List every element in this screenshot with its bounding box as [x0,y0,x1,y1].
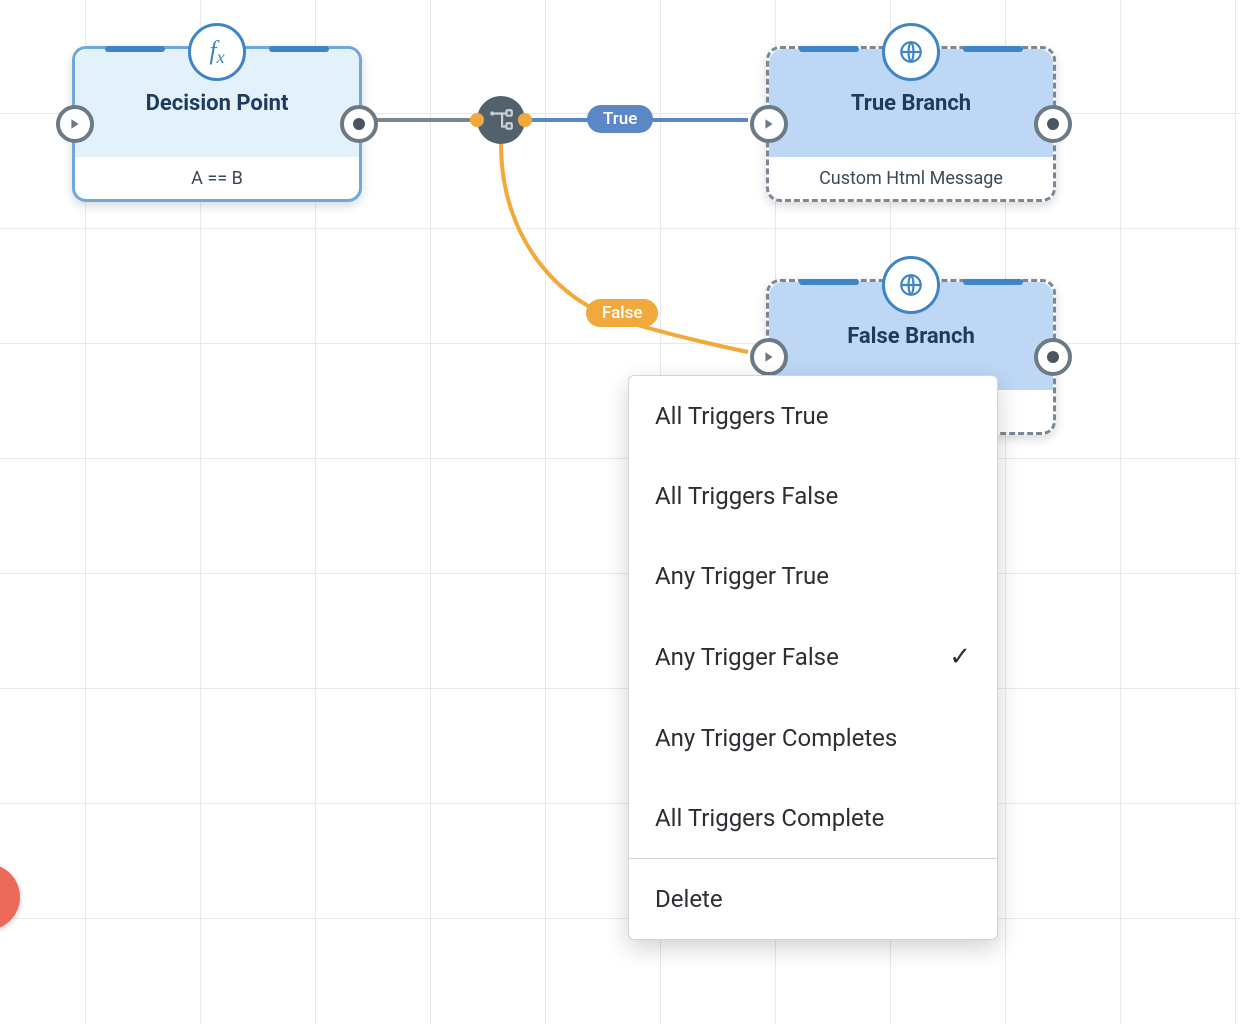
output-port[interactable] [1034,105,1072,143]
input-port[interactable] [750,105,788,143]
menu-item-label: All Triggers Complete [655,804,884,832]
globe-icon [882,23,940,81]
menu-item-delete[interactable]: Delete [629,859,997,939]
menu-item-all-triggers-true[interactable]: All Triggers True [629,376,997,456]
flow-canvas[interactable]: fx Decision Point A == B True False True… [0,0,1240,1024]
trigger-context-menu: All Triggers True All Triggers False Any… [628,375,998,940]
menu-item-label: All Triggers False [655,482,838,510]
menu-item-label: All Triggers True [655,402,828,430]
menu-item-label: Delete [655,885,723,913]
menu-item-any-trigger-completes[interactable]: Any Trigger Completes [629,698,997,778]
globe-icon [882,256,940,314]
check-icon: ✓ [949,642,971,672]
branch-junction[interactable] [477,96,525,144]
junction-dot [470,113,484,127]
menu-item-label: Any Trigger Completes [655,724,897,752]
input-port[interactable] [750,338,788,376]
menu-item-any-trigger-false[interactable]: Any Trigger False ✓ [629,616,997,698]
menu-item-label: Any Trigger True [655,562,829,590]
menu-item-label: Any Trigger False [655,643,839,671]
output-port[interactable] [340,105,378,143]
menu-item-all-triggers-false[interactable]: All Triggers False [629,456,997,536]
output-port[interactable] [1034,338,1072,376]
menu-item-all-triggers-complete[interactable]: All Triggers Complete [629,778,997,858]
node-decision-point[interactable]: fx Decision Point A == B [72,46,362,202]
node-true-branch[interactable]: True Branch Custom Html Message [766,46,1056,202]
input-port[interactable] [56,105,94,143]
node-subtitle: A == B [75,157,359,199]
menu-item-any-trigger-true[interactable]: Any Trigger True [629,536,997,616]
edge-label-true[interactable]: True [587,105,653,133]
edge-label-false[interactable]: False [586,299,658,327]
junction-dot [518,113,532,127]
fx-icon: fx [188,23,246,81]
node-subtitle: Custom Html Message [769,157,1053,199]
